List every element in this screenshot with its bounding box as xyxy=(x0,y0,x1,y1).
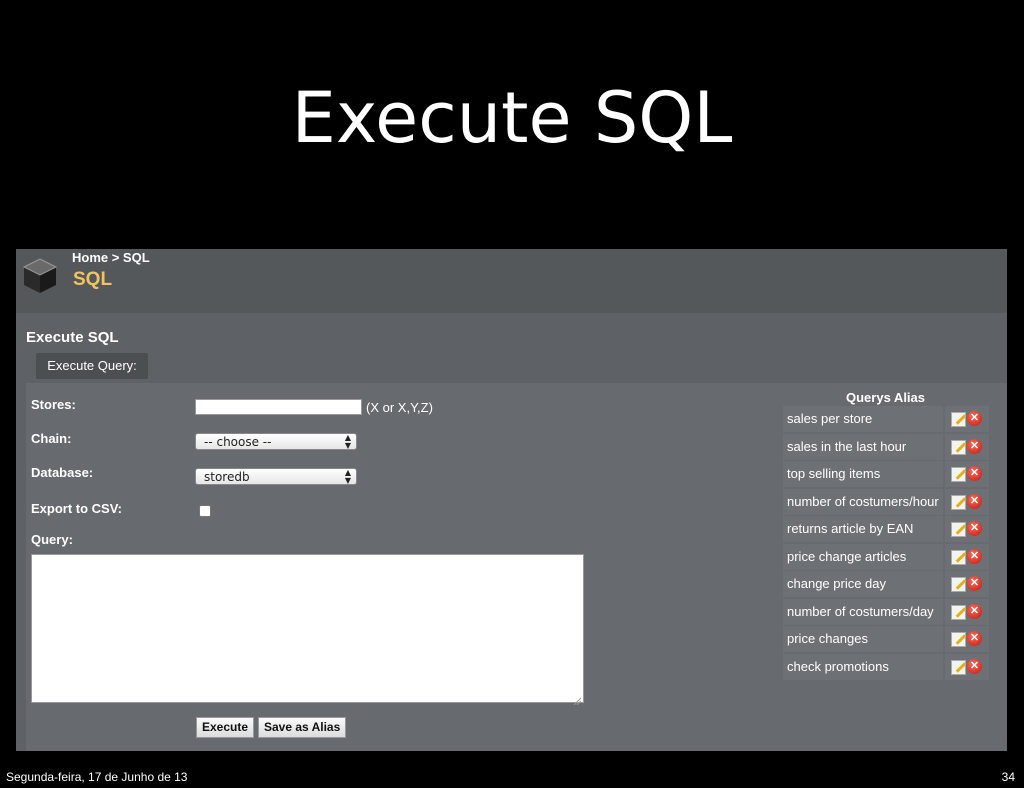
select-arrows-icon: ▲ ▼ xyxy=(344,433,351,450)
edit-icon[interactable] xyxy=(951,412,966,427)
breadcrumb[interactable]: Home > SQL xyxy=(72,250,150,265)
delete-icon[interactable]: ✕ xyxy=(967,411,982,426)
alias-row: sales in the last hour ✕ xyxy=(783,433,989,460)
delete-icon[interactable]: ✕ xyxy=(967,438,982,454)
chain-label: Chain: xyxy=(31,431,72,446)
delete-icon[interactable]: ✕ xyxy=(967,658,982,674)
database-select-value: storedb xyxy=(204,470,250,484)
query-label: Query: xyxy=(31,532,73,547)
app-screenshot: Home > SQL SQL Execute SQL Execute Query… xyxy=(16,249,1007,751)
delete-icon[interactable]: ✕ xyxy=(967,603,982,619)
alias-row: change price day ✕ xyxy=(783,571,989,597)
edit-icon[interactable] xyxy=(951,632,966,647)
alias-name[interactable]: number of costumers/day xyxy=(783,598,943,625)
delete-icon[interactable]: ✕ xyxy=(967,631,982,646)
alias-name[interactable]: sales per store xyxy=(783,406,943,432)
alias-name[interactable]: change price day xyxy=(783,571,943,597)
alias-name[interactable]: sales in the last hour xyxy=(783,433,943,460)
alias-name[interactable]: returns article by EAN xyxy=(783,516,943,542)
export-csv-checkbox[interactable] xyxy=(199,505,211,517)
alias-actions: ✕ xyxy=(945,461,989,487)
alias-actions: ✕ xyxy=(945,653,989,680)
section-title: Execute SQL xyxy=(26,329,119,346)
export-csv-label: Export to CSV: xyxy=(31,501,123,516)
alias-row: price change articles ✕ xyxy=(783,543,989,570)
alias-actions: ✕ xyxy=(945,516,989,542)
chain-select[interactable]: -- choose -- ▲ ▼ xyxy=(195,433,357,450)
page-title: SQL xyxy=(73,269,113,290)
edit-icon[interactable] xyxy=(951,467,966,482)
alias-name[interactable]: price changes xyxy=(783,626,943,652)
edit-icon[interactable] xyxy=(951,659,966,675)
stores-label: Stores: xyxy=(31,397,76,412)
edit-icon[interactable] xyxy=(951,577,966,592)
slide-title: Execute SQL xyxy=(291,77,733,159)
alias-list: sales per store ✕ sales in the last hour ✕ t… xyxy=(783,406,989,681)
alias-actions: ✕ xyxy=(945,488,989,515)
edit-icon[interactable] xyxy=(951,494,966,510)
query-textarea[interactable] xyxy=(31,554,584,703)
select-arrows-icon: ▲ ▼ xyxy=(344,468,351,485)
database-label: Database: xyxy=(31,465,94,480)
alias-actions: ✕ xyxy=(945,433,989,460)
edit-icon[interactable] xyxy=(951,522,966,537)
alias-name[interactable]: check promotions xyxy=(783,653,943,680)
chain-select-value: -- choose -- xyxy=(204,435,272,449)
alias-row: price changes ✕ xyxy=(783,626,989,652)
alias-actions: ✕ xyxy=(945,543,989,570)
alias-actions: ✕ xyxy=(945,406,989,432)
delete-icon[interactable]: ✕ xyxy=(967,576,982,591)
alias-name[interactable]: top selling items xyxy=(783,461,943,487)
footer-date: Segunda-feira, 17 de Junho de 13 xyxy=(6,770,188,784)
execute-button[interactable]: Execute xyxy=(196,717,255,738)
alias-actions: ✕ xyxy=(945,598,989,625)
delete-icon[interactable]: ✕ xyxy=(967,466,982,481)
delete-icon[interactable]: ✕ xyxy=(967,548,982,564)
alias-row: top selling items ✕ xyxy=(783,461,989,487)
stores-hint: (X or X,Y,Z) xyxy=(366,400,433,415)
edit-icon[interactable] xyxy=(951,604,966,620)
alias-row: number of costumers/hour ✕ xyxy=(783,488,989,515)
alias-name[interactable]: price change articles xyxy=(783,543,943,570)
tab-execute-query[interactable]: Execute Query: xyxy=(36,353,148,379)
aliases-title: Querys Alias xyxy=(846,390,926,405)
alias-row: number of costumers/day ✕ xyxy=(783,598,989,625)
page-number: 34 xyxy=(1001,770,1015,784)
database-select[interactable]: storedb ▲ ▼ xyxy=(195,468,357,485)
alias-actions: ✕ xyxy=(945,626,989,652)
delete-icon[interactable]: ✕ xyxy=(967,521,982,536)
cube-logo-icon xyxy=(22,258,58,293)
alias-row: check promotions ✕ xyxy=(783,653,989,680)
alias-name[interactable]: number of costumers/hour xyxy=(783,488,943,515)
save-as-alias-button[interactable]: Save as Alias xyxy=(258,717,347,738)
alias-actions: ✕ xyxy=(945,571,989,597)
edit-icon[interactable] xyxy=(951,549,966,565)
alias-row: sales per store ✕ xyxy=(783,406,989,432)
alias-row: returns article by EAN ✕ xyxy=(783,516,989,542)
delete-icon[interactable]: ✕ xyxy=(967,493,982,509)
stores-input[interactable] xyxy=(195,399,362,415)
edit-icon[interactable] xyxy=(951,439,966,455)
resize-grip-icon[interactable] xyxy=(573,692,582,706)
app-header: Home > SQL SQL xyxy=(16,249,1007,313)
